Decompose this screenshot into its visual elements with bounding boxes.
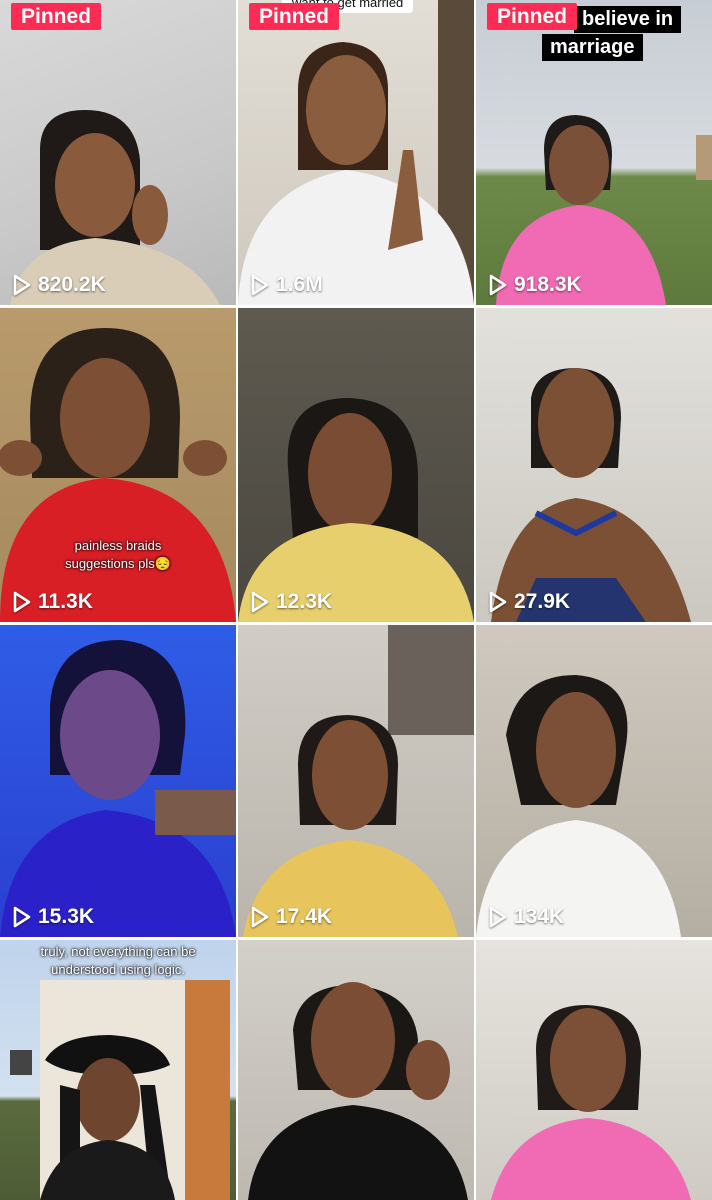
pinned-badge: Pinned xyxy=(11,3,102,30)
view-count: 15.3K xyxy=(12,905,94,929)
view-count: 134K xyxy=(488,905,564,929)
view-count: 12.3K xyxy=(250,590,332,614)
video-overlay-text-line-1: painless braids xyxy=(74,538,162,553)
video-caption-line-1: believe in xyxy=(574,6,682,33)
person-figure xyxy=(238,0,474,305)
person-figure xyxy=(0,640,236,937)
pinned-badge: Pinned xyxy=(249,3,340,30)
person-figure xyxy=(491,1005,691,1200)
view-count: 11.3K xyxy=(12,590,93,614)
person-figure xyxy=(476,675,681,937)
person-figure xyxy=(243,625,474,937)
person-figure xyxy=(10,110,220,305)
view-count-text: 820.2K xyxy=(38,273,106,296)
person-figure xyxy=(238,398,474,622)
view-count-text: 15.3K xyxy=(38,905,95,928)
video-tile[interactable]: 12.3K xyxy=(238,308,474,622)
video-tile[interactable]: Pinned 820.2K xyxy=(0,0,236,305)
view-count-text: 918.3K xyxy=(514,273,582,296)
view-count-text: 1.6M xyxy=(276,273,323,296)
view-count-text: 134K xyxy=(514,905,565,928)
play-icon xyxy=(251,274,269,296)
video-tile[interactable]: 15.3K xyxy=(0,625,236,937)
video-grid: Pinned 820.2K want to get married Pinned… xyxy=(0,0,712,1200)
video-tile[interactable]: 17.4K xyxy=(238,625,474,937)
video-tile[interactable] xyxy=(238,940,474,1200)
view-count-text: 27.9K xyxy=(514,590,571,613)
view-count-text: 12.3K xyxy=(276,590,333,613)
video-overlay-text-line-2: suggestions pls😔 xyxy=(65,556,171,571)
video-tile[interactable]: truly, not everything can be understood … xyxy=(0,940,236,1200)
play-icon xyxy=(251,906,269,928)
view-count: 17.4K xyxy=(250,905,332,929)
pinned-badge: Pinned xyxy=(487,3,578,30)
video-tile[interactable]: 27.9K xyxy=(476,308,712,622)
video-overlay-text-line-1: truly, not everything can be xyxy=(40,944,196,959)
play-icon xyxy=(13,591,31,613)
video-tile[interactable]: painless braids suggestions pls😔 11.3K xyxy=(0,308,236,622)
view-count-text: 17.4K xyxy=(276,905,333,928)
play-icon xyxy=(13,906,31,928)
view-count: 27.9K xyxy=(488,590,570,614)
view-count: 1.6M xyxy=(250,273,323,297)
view-count: 820.2K xyxy=(12,273,106,297)
view-count-text: 11.3K xyxy=(38,590,93,613)
play-icon xyxy=(489,906,507,928)
video-tile[interactable]: 134K xyxy=(476,625,712,937)
person-figure xyxy=(0,328,236,622)
person-figure xyxy=(248,982,468,1200)
play-icon xyxy=(13,274,31,296)
person-figure xyxy=(10,980,230,1200)
video-tile[interactable]: want to get married Pinned 1.6M xyxy=(238,0,474,305)
person-figure xyxy=(491,368,691,622)
play-icon xyxy=(489,591,507,613)
video-tile[interactable] xyxy=(476,940,712,1200)
video-overlay-text-line-2: understood using logic. xyxy=(51,962,185,977)
play-icon xyxy=(251,591,269,613)
play-icon xyxy=(489,274,507,296)
video-caption-line-2: marriage xyxy=(542,34,643,61)
video-tile[interactable]: believe in marriage Pinned 918.3K xyxy=(476,0,712,305)
view-count: 918.3K xyxy=(488,273,582,297)
